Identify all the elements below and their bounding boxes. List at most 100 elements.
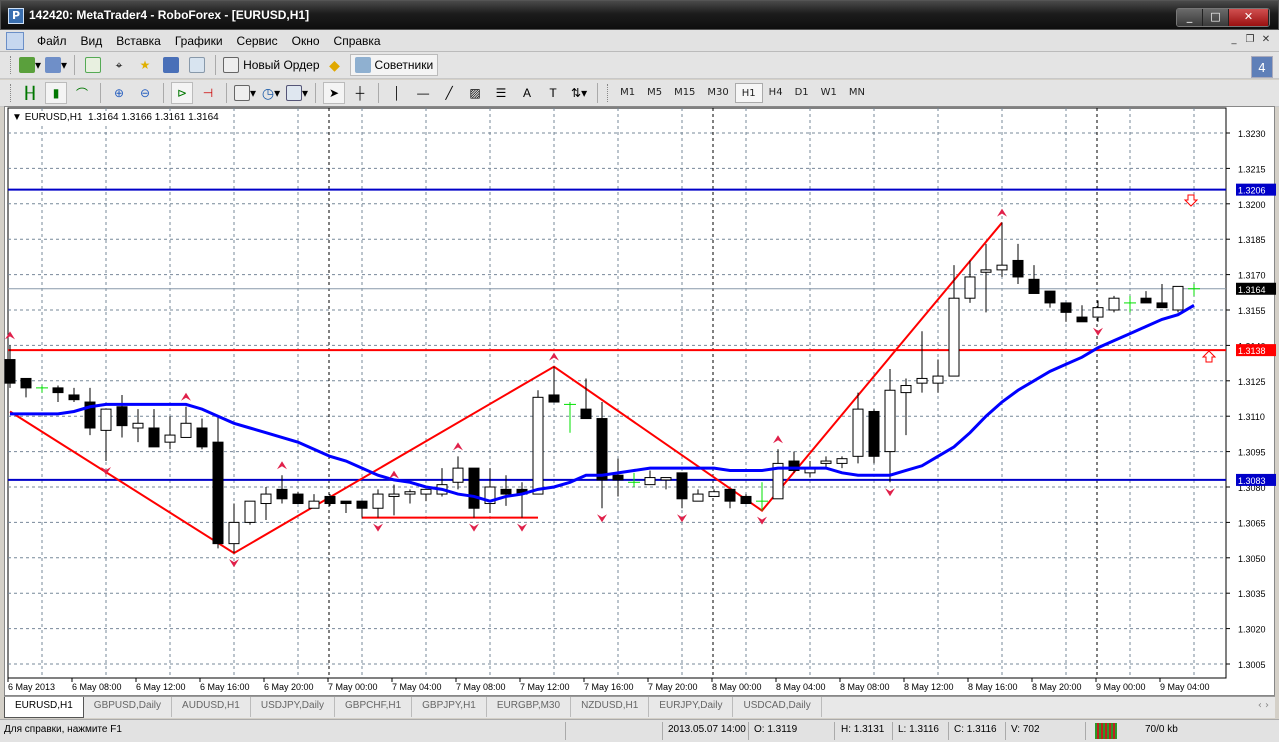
bull-candle — [708, 491, 720, 497]
status-low: L: 1.3116 — [898, 724, 939, 735]
price-tick-label: 1.3095 — [1238, 448, 1266, 458]
chart-tab[interactable]: GBPUSD,Daily — [84, 697, 173, 717]
chart-tab[interactable]: EURJPY,Daily — [649, 697, 734, 717]
connection-status-icon[interactable] — [1095, 723, 1117, 739]
bear-candle — [1156, 302, 1168, 309]
time-tick-label: 8 May 08:00 — [840, 682, 890, 692]
price-tick-label: 1.3125 — [1238, 377, 1266, 387]
bear-candle — [580, 408, 592, 420]
bear-candle — [868, 410, 880, 457]
time-tick-label: 7 May 08:00 — [456, 682, 506, 692]
time-tick-label: 7 May 00:00 — [328, 682, 378, 692]
bear-candle — [20, 377, 32, 389]
bear-candle — [612, 474, 624, 481]
bull-candle — [404, 491, 416, 495]
chart-tab[interactable]: EURUSD,H1 — [4, 697, 84, 718]
bear-candle — [196, 427, 208, 448]
time-tick-label: 6 May 12:00 — [136, 682, 186, 692]
price-tick-label: 1.3050 — [1238, 554, 1266, 564]
bear-candle — [276, 488, 288, 500]
bear-candle — [292, 493, 304, 505]
bull-candle — [916, 377, 928, 384]
time-tick-label: 6 May 20:00 — [264, 682, 314, 692]
bear-candle — [1028, 278, 1040, 294]
time-tick-label: 7 May 20:00 — [648, 682, 698, 692]
bull-candle — [836, 458, 848, 464]
bull-candle — [420, 488, 432, 495]
bull-candle — [660, 477, 672, 481]
bull-candle — [372, 493, 384, 509]
chart-tab[interactable]: USDCAD,Daily — [733, 697, 822, 717]
price-tick-label: 1.3230 — [1238, 129, 1266, 139]
status-open: O: 1.3119 — [754, 724, 798, 735]
time-tick-label: 9 May 00:00 — [1096, 682, 1146, 692]
bull-candle — [532, 396, 544, 495]
bull-candle — [1108, 297, 1120, 311]
bull-candle — [692, 493, 704, 502]
bull-candle — [1172, 285, 1184, 311]
status-traffic: 70/0 kb — [1145, 724, 1178, 735]
price-tick-label: 1.3110 — [1238, 412, 1265, 422]
bull-candle — [852, 408, 864, 457]
price-label: 1.3164 — [1238, 285, 1266, 295]
chart-tab[interactable]: AUDUSD,H1 — [172, 697, 251, 717]
time-tick-label: 7 May 04:00 — [392, 682, 442, 692]
status-bar: Для справки, нажмите F1 2013.05.07 14:00… — [0, 719, 1279, 742]
bull-candle — [948, 297, 960, 377]
time-tick-label: 7 May 12:00 — [520, 682, 570, 692]
bull-candle — [260, 493, 272, 505]
time-tick-label: 8 May 00:00 — [712, 682, 762, 692]
status-close: C: 1.3116 — [954, 724, 997, 735]
bull-candle — [452, 467, 464, 483]
price-tick-label: 1.3065 — [1238, 518, 1266, 528]
bull-candle — [820, 460, 832, 464]
price-tick-label: 1.3185 — [1238, 235, 1266, 245]
bear-candle — [724, 488, 736, 502]
bull-candle — [244, 500, 256, 523]
bear-candle — [4, 359, 16, 384]
time-tick-label: 8 May 04:00 — [776, 682, 826, 692]
time-tick-label: 7 May 16:00 — [584, 682, 634, 692]
bear-candle — [212, 441, 224, 545]
status-help: Для справки, нажмите F1 — [4, 724, 122, 735]
price-tick-label: 1.3200 — [1238, 200, 1266, 210]
bull-candle — [228, 521, 240, 545]
bull-candle — [132, 422, 144, 429]
price-tick-label: 1.3035 — [1238, 589, 1266, 599]
chart-tab[interactable]: EURGBP,M30 — [487, 697, 572, 717]
bull-candle — [180, 422, 192, 438]
bear-candle — [596, 418, 608, 481]
bull-candle — [900, 385, 912, 394]
chart-tab[interactable]: GBPCHF,H1 — [335, 697, 413, 717]
price-tick-label: 1.3170 — [1238, 271, 1266, 281]
chart-symbol-ohlc: EURUSD,H1 1.3164 1.3166 1.3161 1.3164 — [24, 112, 219, 123]
bull-candle — [1092, 307, 1104, 318]
bear-candle — [324, 495, 336, 505]
bear-candle — [1140, 297, 1152, 304]
bear-candle — [1012, 259, 1024, 278]
chart-tab[interactable]: GBPJPY,H1 — [412, 697, 487, 717]
chart-tab[interactable]: USDJPY,Daily — [251, 697, 336, 717]
bear-candle — [500, 488, 512, 495]
bear-candle — [1060, 302, 1072, 313]
tab-scroll-arrows[interactable]: ‹ › — [1258, 700, 1269, 711]
time-tick-label: 8 May 20:00 — [1032, 682, 1082, 692]
chart-tab[interactable]: NZDUSD,H1 — [571, 697, 650, 717]
time-tick-label: 6 May 2013 — [8, 682, 55, 692]
bull-candle — [388, 493, 400, 497]
bear-candle — [676, 472, 688, 500]
bull-candle — [932, 375, 944, 384]
time-tick-label: 6 May 16:00 — [200, 682, 250, 692]
bear-candle — [740, 495, 752, 505]
plot-area — [7, 107, 1227, 679]
bear-candle — [340, 500, 352, 505]
chart-tabs: EURUSD,H1 GBPUSD,Daily AUDUSD,H1 USDJPY,Dai… — [4, 696, 1275, 718]
bear-candle — [148, 427, 160, 448]
bull-candle — [964, 276, 976, 299]
bear-candle — [356, 500, 368, 509]
price-tick-label: 1.3215 — [1238, 164, 1266, 174]
bear-candle — [548, 394, 560, 403]
price-label: 1.3083 — [1238, 476, 1266, 486]
price-label: 1.3206 — [1238, 186, 1266, 196]
status-datetime: 2013.05.07 14:00 — [668, 724, 746, 735]
